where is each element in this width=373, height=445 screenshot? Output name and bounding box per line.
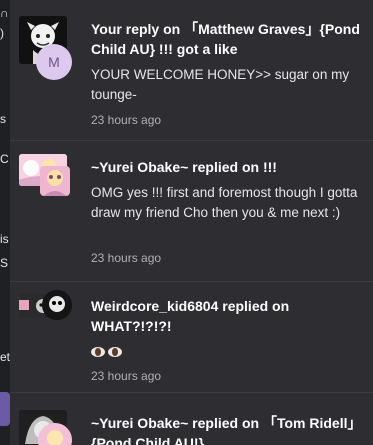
background-text-fragment: et [0, 350, 11, 364]
notification-time: 23 hours ago [91, 251, 162, 265]
user-badge-icon [42, 290, 72, 320]
notification-title[interactable]: Your reply on 「Matthew Graves」{Pond Chil… [91, 19, 369, 59]
background-text-fragment: S [0, 256, 9, 270]
background-text-fragment: ∩ [0, 6, 9, 20]
notification-item[interactable]: ~Yurei Obake~ replied on !!! OMG yes !!!… [10, 141, 373, 282]
notification-item[interactable]: M Your reply on 「Matthew Graves」{Pond Ch… [10, 0, 373, 141]
background-text-fragment: is [0, 232, 9, 246]
user-badge-icon [40, 166, 70, 196]
background-text-fragment: ) [0, 26, 4, 40]
background-button [0, 392, 10, 426]
notification-item[interactable]: Weirdcore_kid6804 replied on WHAT?!?!?! … [10, 282, 373, 393]
notification-time: 23 hours ago [91, 369, 162, 383]
notifications-panel: M Your reply on 「Matthew Graves」{Pond Ch… [10, 0, 373, 445]
notification-title[interactable]: ~Yurei Obake~ replied on 「Tom Ridell」{Po… [91, 413, 369, 445]
eye-emoji-icon [91, 347, 105, 358]
eye-emoji-icon [108, 347, 122, 358]
notification-item[interactable]: ~Yurei Obake~ replied on 「Tom Ridell」{Po… [10, 393, 373, 445]
notification-body: YOUR WELCOME HONEY>> sugar on my tounge- [91, 67, 350, 102]
background-text-fragment: s [0, 112, 6, 126]
notification-time: 23 hours ago [91, 113, 162, 127]
notification-title[interactable]: ~Yurei Obake~ replied on !!! [91, 157, 369, 177]
user-badge: M [36, 44, 72, 80]
notification-body: OMG yes !!! first and foremost though I … [91, 185, 358, 220]
notification-body: 👁️👁️ [91, 342, 371, 362]
notification-title[interactable]: Weirdcore_kid6804 replied on WHAT?!?!?! [91, 296, 369, 336]
background-text-fragment: C [0, 152, 9, 166]
